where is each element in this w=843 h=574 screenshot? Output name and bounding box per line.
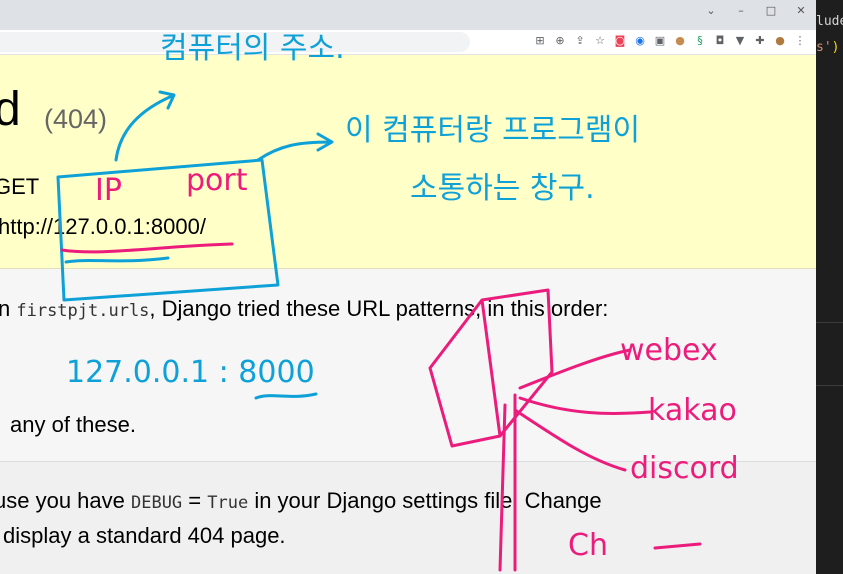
- s-ext-icon[interactable]: §: [692, 33, 708, 49]
- pocket-icon[interactable]: ◙: [612, 33, 628, 49]
- tab-search-icon[interactable]: ⌄: [696, 2, 726, 20]
- explain-text: use you have DEBUG = True in your Django…: [0, 488, 602, 514]
- request-url: http://127.0.0.1:8000/: [0, 214, 206, 239]
- address-bar[interactable]: [0, 32, 470, 52]
- extension-bar: ⊞ ⊕ ⇪ ☆ ◙ ◉ ▣ ● § ◘ ▼ ✚ ● ⋮: [532, 33, 808, 49]
- browser-tabstrip: ⌄ – □ ✕: [0, 0, 816, 30]
- page-title: d: [0, 83, 21, 136]
- debug-setting: DEBUG: [130, 493, 183, 513]
- v-ext-icon[interactable]: ▼: [732, 33, 748, 49]
- info-text: n firstpjt.urls, Django tried these URL …: [0, 296, 608, 322]
- editor-divider: [816, 385, 843, 386]
- editor-divider: [816, 322, 843, 323]
- editor-code-line: lude: [816, 14, 843, 29]
- browser-toolbar: ⊞ ⊕ ⇪ ☆ ◙ ◉ ▣ ● § ◘ ▼ ✚ ● ⋮: [0, 30, 816, 55]
- urlconf-module: firstpjt.urls: [16, 301, 150, 321]
- debug-explanation: [0, 462, 816, 574]
- maximize-button[interactable]: □: [756, 2, 786, 20]
- share-icon[interactable]: ⇪: [572, 33, 588, 49]
- close-button[interactable]: ✕: [786, 2, 816, 20]
- window-controls: ⌄ – □ ✕: [696, 2, 816, 20]
- request-method: GET: [0, 174, 40, 199]
- app-ext-icon[interactable]: ▣: [652, 33, 668, 49]
- bookmark-star-icon[interactable]: ☆: [592, 33, 608, 49]
- puzzle-icon[interactable]: ✚: [752, 33, 768, 49]
- zoom-icon[interactable]: ⊕: [552, 33, 568, 49]
- info-text-2: any of these.: [10, 412, 136, 437]
- editor-code-line: s'): [816, 40, 839, 55]
- explain-part: use you have: [0, 488, 131, 513]
- menu-icon[interactable]: ⋮: [792, 33, 808, 49]
- editor-paren: ): [831, 40, 840, 55]
- true-value: True: [207, 493, 249, 513]
- profile-icon[interactable]: ●: [772, 33, 788, 49]
- explain-text-2: l display a standard 404 page.: [0, 523, 286, 548]
- minimize-button[interactable]: –: [726, 2, 756, 20]
- camera-ext-icon[interactable]: ◘: [712, 33, 728, 49]
- code-editor-strip: lude s'): [816, 0, 843, 574]
- explain-part: in your Django settings file. Change: [248, 488, 602, 513]
- explain-eq: =: [182, 488, 208, 513]
- info-prefix: n: [0, 296, 11, 321]
- info-suffix: , Django tried these URL patterns, in th…: [149, 296, 609, 321]
- editor-string: s': [816, 40, 832, 55]
- translate-icon[interactable]: ⊞: [532, 33, 548, 49]
- status-code: (404): [44, 104, 108, 134]
- avatar-ext-icon[interactable]: ●: [672, 33, 688, 49]
- circle-ext-icon[interactable]: ◉: [632, 33, 648, 49]
